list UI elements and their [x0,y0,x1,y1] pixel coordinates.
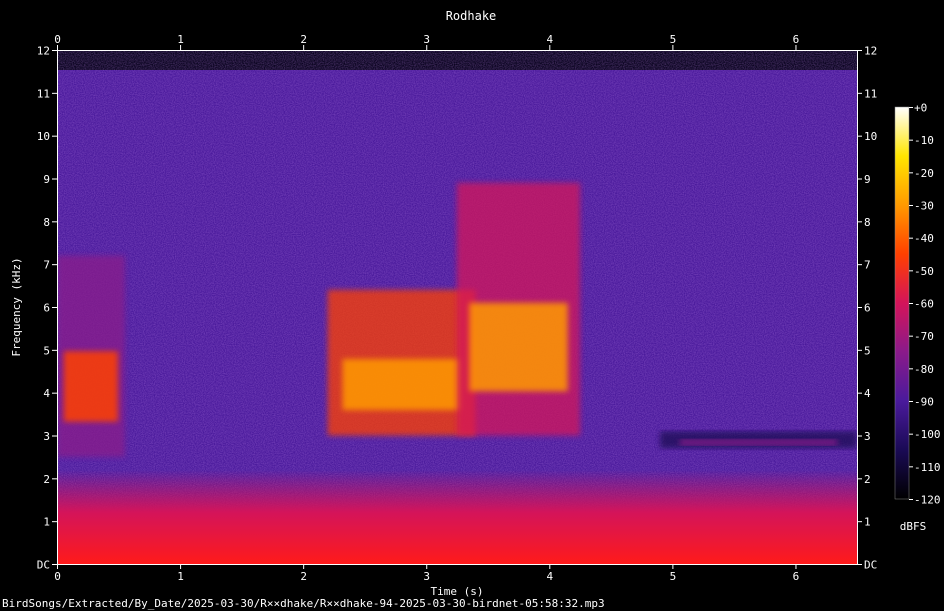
y-tick-label: DC [37,559,50,572]
colorbar-tick-label: -80 [914,363,934,376]
x-tick-label: 0 [54,570,61,583]
y-tick-label: DC [864,559,877,572]
y-tick-label: 7 [43,259,50,272]
y-tick-label: 2 [43,473,50,486]
low-frequency-band [57,470,857,564]
sound-event-core [469,302,568,392]
spectrogram-figure: Rodhake 0123456 0123456 DC12345678910111… [2,9,941,610]
y-tick-label: 1 [864,516,871,529]
y-tick-label: 7 [864,259,871,272]
x-tick-label: 1 [177,570,184,583]
y-tick-label: 5 [43,344,50,357]
y-tick-label: 9 [43,173,50,186]
x-tick-label: 4 [546,570,553,583]
x-tick-label: 3 [423,570,430,583]
colorbar-tick-label: -70 [914,330,934,343]
y-tick-label: 3 [864,430,871,443]
colorbar [894,106,910,500]
y-tick-label: 8 [43,216,50,229]
x-tick-label: 6 [793,33,800,46]
y-tick-label: 6 [43,302,50,315]
y-tick-label: 1 [43,516,50,529]
colorbar-label: dBFS [900,520,927,533]
colorbar-tick-label: -10 [914,134,934,147]
x-tick-label: 4 [546,33,553,46]
x-tick-label: 2 [300,570,307,583]
x-tick-label: 5 [670,570,677,583]
x-axis-bottom: 0 1 2 3 4 5 6 [54,564,799,583]
y-tick-label: 9 [864,173,871,186]
y-tick-label: 5 [864,344,871,357]
sound-event-core [63,351,118,422]
colorbar-tick-label: +0 [914,102,927,115]
colorbar-tick-label: -110 [914,461,941,474]
colorbar-tick-label: -30 [914,200,934,213]
file-path: BirdSongs/Extracted/By_Date/2025-03-30/R… [2,597,605,610]
x-tick-label: 6 [793,570,800,583]
y-tick-label: 12 [37,45,50,58]
colorbar-tick-label: -50 [914,265,934,278]
y-tick-label: 4 [864,387,871,400]
y-tick-label: 10 [37,130,50,143]
y-tick-label: 3 [43,430,50,443]
spectrogram-plot-area [57,50,857,564]
y-axis-right: DC123456789101112 [857,45,877,572]
y-tick-label: 8 [864,216,871,229]
colorbar-ticks: +0 -10 -20 -30 -40 -50 -60 -70 -80 -90 -100 -110 -12… [909,102,941,507]
colorbar-tick-label: -90 [914,396,934,409]
colorbar-tick-label: -120 [914,494,941,507]
x-tick-label: 3 [423,33,430,46]
colorbar-tick-label: -100 [914,428,941,441]
colorbar-tick-label: -40 [914,232,934,245]
x-axis-top: 0 1 2 3 4 5 6 [54,33,799,50]
y-tick-label: 11 [864,87,877,100]
colorbar-tick-label: -20 [914,167,934,180]
x-tick-label: 1 [177,33,184,46]
y-tick-label: 11 [37,87,50,100]
y-axis-label: Frequency (kHz) [10,257,23,356]
y-tick-label: 6 [864,302,871,315]
chart-title: Rodhake [446,9,497,23]
sound-event-core [342,359,461,411]
x-tick-label: 2 [300,33,307,46]
x-tick-label: 0 [54,33,61,46]
y-tick-label: 12 [864,45,877,58]
x-tick-label: 5 [670,33,677,46]
y-tick-label: 2 [864,473,871,486]
y-tick-label: 10 [864,130,877,143]
y-axis-left: DC123456789101112 [37,45,57,572]
sound-event-core [679,439,838,446]
y-tick-label: 4 [43,387,50,400]
colorbar-tick-label: -60 [914,298,934,311]
